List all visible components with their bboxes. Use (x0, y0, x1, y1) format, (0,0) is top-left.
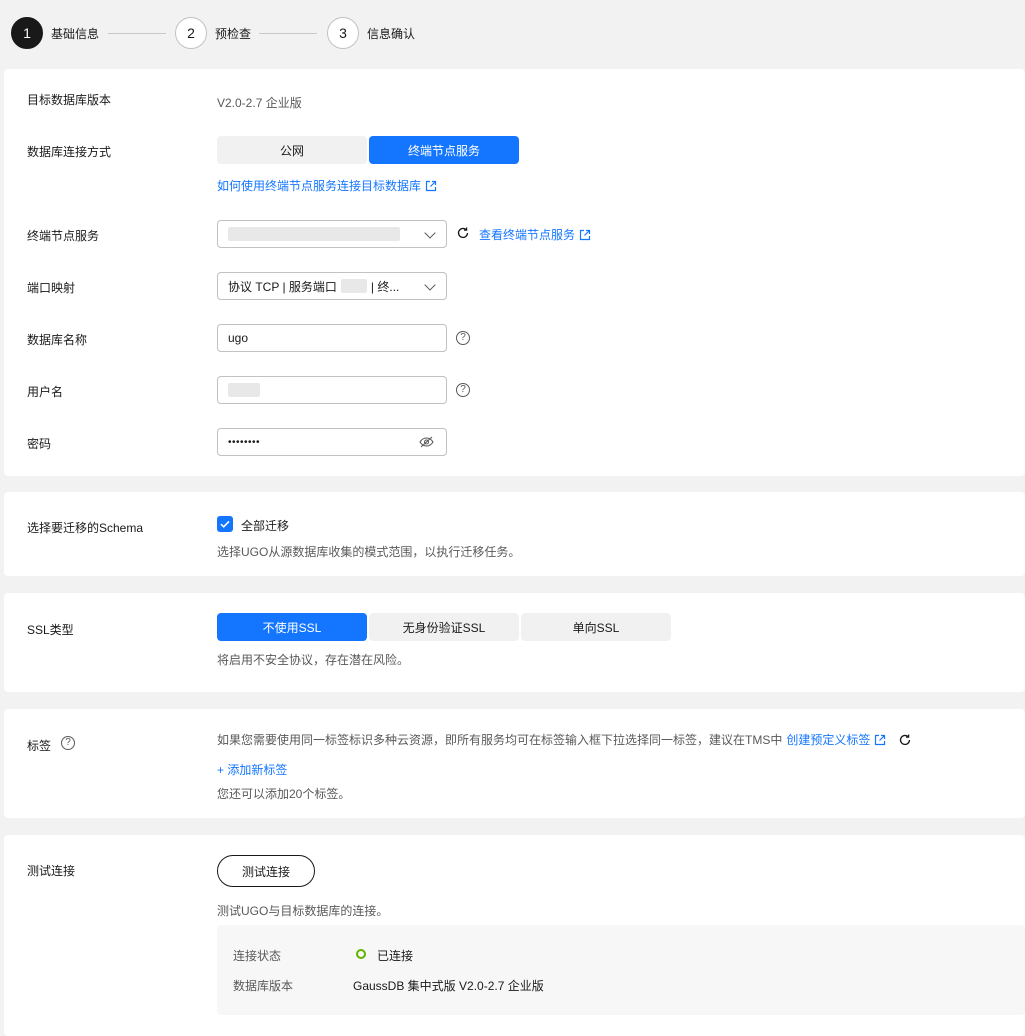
port-value-prefix: 协议 TCP | 服务端口 (228, 279, 337, 294)
conn-mode-public[interactable]: 公网 (217, 136, 367, 164)
view-endpoint-link-text: 查看终端节点服务 (479, 228, 576, 242)
test-connection-label: 测试连接 (27, 864, 76, 878)
help-icon[interactable]: ? (456, 331, 470, 345)
step-1-number: 1 (23, 25, 31, 41)
db-version-value: GaussDB 集中式版 V2.0-2.7 企业版 (353, 979, 544, 993)
username-input[interactable] (217, 376, 447, 404)
step-1-label: 基础信息 (51, 27, 100, 41)
test-connection-hint: 测试UGO与目标数据库的连接。 (217, 904, 389, 918)
port-mapping-label: 端口映射 (27, 281, 76, 295)
step-2-circle: 2 (175, 17, 207, 49)
add-tag-link[interactable]: + 添加新标签 (217, 761, 287, 778)
step-2-label: 预检查 (215, 27, 252, 41)
all-migrate-label: 全部迁移 (241, 519, 290, 533)
endpoint-select[interactable] (217, 220, 447, 248)
ssl-hint: 将启用不安全协议，存在潜在风险。 (217, 653, 410, 667)
password-input[interactable]: •••••••• (217, 428, 447, 456)
password-value: •••••••• (228, 436, 261, 448)
dbname-label: 数据库名称 (27, 333, 88, 347)
step-3-circle: 3 (327, 17, 359, 49)
help-icon[interactable]: ? (456, 383, 470, 397)
connection-status-panel (217, 925, 1025, 1015)
tags-label: 标签 (27, 739, 52, 753)
step-divider (259, 33, 317, 34)
schema-card (4, 492, 1025, 576)
db-version-label: 数据库版本 (233, 979, 294, 993)
username-label: 用户名 (27, 385, 64, 399)
port-mapping-select[interactable]: 协议 TCP | 服务端口 | 终... (217, 272, 447, 300)
all-migrate-checkbox[interactable] (217, 516, 233, 532)
refresh-icon[interactable] (898, 733, 912, 747)
conn-help-link[interactable]: 如何使用终端节点服务连接目标数据库 (217, 177, 437, 194)
tags-remaining: 您还可以添加20个标签。 (217, 787, 351, 801)
status-value: 已连接 (377, 949, 414, 963)
step-3-number: 3 (339, 25, 347, 41)
tags-desc-text: 如果您需要使用同一标签标识多种云资源，即所有服务均可在标签输入框下拉选择同一标签… (217, 733, 783, 747)
refresh-icon[interactable] (456, 226, 470, 240)
password-label: 密码 (27, 437, 52, 451)
conn-mode-label: 数据库连接方式 (27, 145, 112, 159)
step-1-circle: 1 (11, 17, 43, 49)
external-link-icon (425, 180, 437, 191)
eye-off-icon[interactable] (419, 436, 434, 448)
ssl-option-none[interactable]: 不使用SSL (217, 613, 367, 641)
target-version-value: V2.0-2.7 企业版 (217, 96, 302, 110)
redacted-port (340, 279, 367, 293)
redacted-value (228, 227, 400, 241)
ssl-option-noauth[interactable]: 无身份验证SSL (369, 613, 519, 641)
ssl-label: SSL类型 (27, 623, 74, 637)
dbname-value: ugo (228, 331, 249, 345)
view-endpoint-link[interactable]: 查看终端节点服务 (479, 226, 591, 243)
tags-card (4, 709, 1025, 818)
status-label: 连接状态 (233, 949, 282, 963)
help-icon[interactable]: ? (61, 736, 75, 750)
endpoint-label: 终端节点服务 (27, 229, 100, 243)
chevron-down-icon (424, 279, 436, 291)
ssl-card (4, 593, 1025, 692)
step-2-number: 2 (187, 25, 195, 41)
create-tag-link[interactable]: 创建预定义标签 (786, 731, 870, 748)
conn-mode-endpoint[interactable]: 终端节点服务 (369, 136, 519, 164)
conn-help-link-text: 如何使用终端节点服务连接目标数据库 (217, 179, 422, 193)
port-value-suffix: | 终... (370, 279, 400, 294)
chevron-down-icon (424, 227, 436, 239)
redacted-username (228, 383, 260, 397)
target-version-label: 目标数据库版本 (27, 93, 112, 107)
status-dot-icon (356, 949, 366, 959)
external-link-icon (875, 734, 886, 745)
schema-hint: 选择UGO从源数据库收集的模式范围，以执行迁移任务。 (217, 545, 521, 559)
schema-label: 选择要迁移的Schema (27, 521, 144, 535)
tags-description: 如果您需要使用同一标签标识多种云资源，即所有服务均可在标签输入框下拉选择同一标签… (217, 731, 912, 748)
dbname-input[interactable]: ugo (217, 324, 447, 352)
step-3-label: 信息确认 (367, 27, 416, 41)
external-link-icon (579, 229, 591, 240)
check-icon (220, 520, 230, 528)
basic-info-card (4, 69, 1025, 476)
ssl-option-oneway[interactable]: 单向SSL (521, 613, 671, 641)
test-connection-button[interactable]: 测试连接 (217, 855, 315, 887)
step-divider (108, 33, 166, 34)
